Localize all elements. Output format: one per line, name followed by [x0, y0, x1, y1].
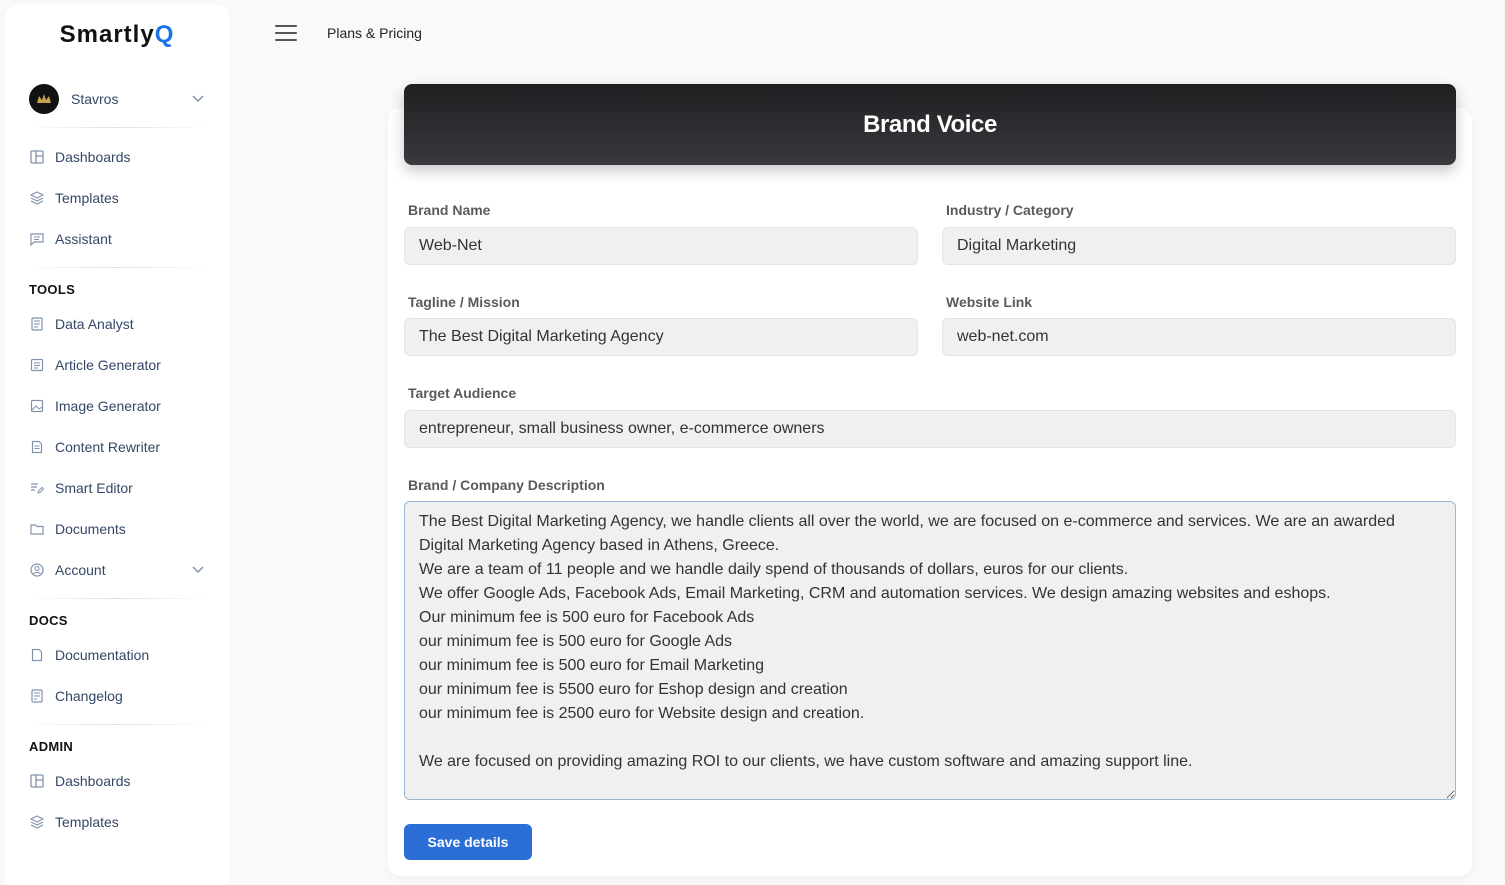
report-icon [29, 316, 45, 332]
user-menu[interactable]: Stavros [5, 71, 229, 127]
tagline-label: Tagline / Mission [408, 294, 520, 310]
user-name: Stavros [71, 91, 119, 107]
sidebar-item-templates[interactable]: Templates [5, 177, 229, 218]
section-title-docs: DOCS [29, 613, 68, 628]
sidebar-item-article-generator[interactable]: Article Generator [5, 344, 229, 385]
logo-text: Smartly [59, 21, 155, 48]
sidebar-item-label: Templates [55, 813, 119, 830]
sidebar: Smartly Q Stavros Dashboards Templates As… [5, 5, 229, 885]
layers-icon [29, 814, 45, 830]
section-title-admin: ADMIN [29, 739, 74, 754]
brand-name-input[interactable] [404, 227, 918, 265]
menu-toggle-icon[interactable] [275, 25, 297, 41]
industry-label: Industry / Category [946, 202, 1074, 218]
sidebar-item-label: Image Generator [55, 397, 161, 414]
sidebar-item-image-generator[interactable]: Image Generator [5, 385, 229, 426]
user-circle-icon [29, 562, 45, 578]
breadcrumb[interactable]: Plans & Pricing [327, 25, 422, 41]
sidebar-item-label: Templates [55, 189, 119, 206]
docs-nav: Documentation Changelog [5, 634, 229, 724]
save-details-button[interactable]: Save details [404, 824, 532, 860]
main-nav: Dashboards Templates Assistant [5, 128, 229, 267]
folder-icon [29, 521, 45, 537]
audience-label: Target Audience [408, 385, 517, 401]
sidebar-item-changelog[interactable]: Changelog [5, 675, 229, 716]
sidebar-item-label: Assistant [55, 230, 112, 247]
section-title-tools: TOOLS [29, 282, 76, 297]
layers-icon [29, 190, 45, 206]
changelog-icon [29, 688, 45, 704]
sidebar-item-account[interactable]: Account [5, 549, 229, 590]
card-header: Brand Voice [404, 84, 1456, 165]
sidebar-item-label: Article Generator [55, 356, 161, 373]
sidebar-item-assistant[interactable]: Assistant [5, 218, 229, 259]
sidebar-item-label: Data Analyst [55, 315, 134, 332]
tagline-input[interactable] [404, 318, 918, 356]
dashboard-icon [29, 773, 45, 789]
dashboard-icon [29, 149, 45, 165]
chat-icon [29, 231, 45, 247]
audience-input[interactable] [404, 410, 1456, 448]
sidebar-item-smart-editor[interactable]: Smart Editor [5, 467, 229, 508]
sidebar-item-label: Dashboards [55, 148, 131, 165]
sidebar-item-label: Changelog [55, 687, 123, 704]
image-icon [29, 398, 45, 414]
sidebar-item-admin-templates[interactable]: Templates [5, 801, 229, 842]
brand-crest-icon [37, 94, 51, 103]
description-label: Brand / Company Description [408, 477, 605, 493]
edit-icon [29, 480, 45, 496]
document-icon [29, 439, 45, 455]
website-label: Website Link [946, 294, 1033, 310]
app-logo[interactable]: Smartly Q [5, 5, 229, 65]
sidebar-item-dashboards[interactable]: Dashboards [5, 136, 229, 177]
page-title: Brand Voice [863, 110, 997, 138]
sidebar-item-content-rewriter[interactable]: Content Rewriter [5, 426, 229, 467]
sidebar-item-label: Smart Editor [55, 479, 133, 496]
chevron-down-icon[interactable] [191, 92, 205, 106]
industry-input[interactable] [942, 227, 1456, 265]
sidebar-item-label: Documentation [55, 646, 150, 663]
file-icon [29, 647, 45, 663]
sidebar-item-documentation[interactable]: Documentation [5, 634, 229, 675]
sidebar-item-data-analyst[interactable]: Data Analyst [5, 303, 229, 344]
topbar: Plans & Pricing [275, 20, 422, 46]
sidebar-item-admin-dashboards[interactable]: Dashboards [5, 760, 229, 801]
brand-name-label: Brand Name [408, 202, 491, 218]
sidebar-item-label: Content Rewriter [55, 438, 161, 455]
sidebar-item-label: Documents [55, 520, 126, 537]
website-input[interactable] [942, 318, 1456, 356]
admin-nav: Dashboards Templates [5, 760, 229, 850]
chevron-down-icon [191, 563, 205, 577]
sidebar-item-label: Dashboards [55, 772, 131, 789]
article-icon [29, 357, 45, 373]
avatar [29, 84, 59, 114]
tools-nav: Data Analyst Article Generator Image Gen… [5, 303, 229, 598]
sidebar-item-documents[interactable]: Documents [5, 508, 229, 549]
logo-accent: Q [154, 21, 175, 48]
sidebar-item-label: Account [55, 561, 106, 578]
description-textarea[interactable]: The Best Digital Marketing Agency, we ha… [404, 501, 1456, 800]
